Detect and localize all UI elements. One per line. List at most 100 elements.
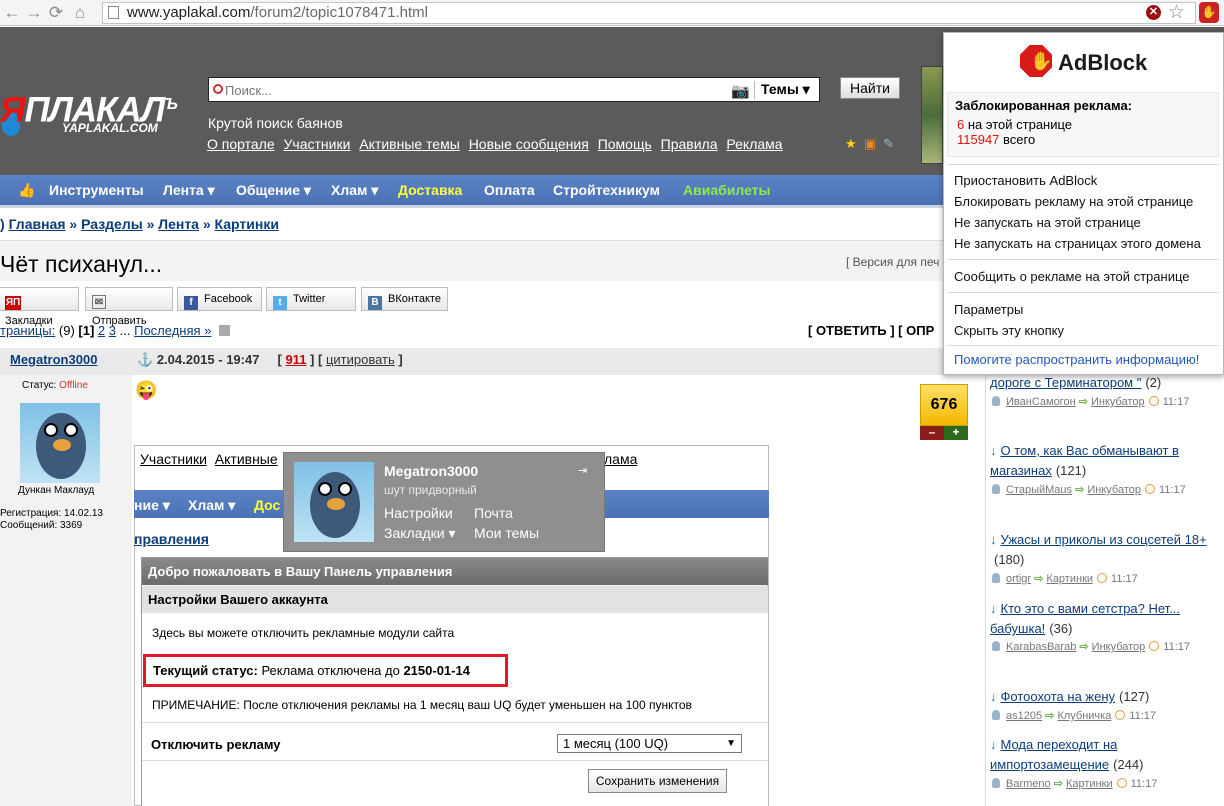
sidebar-topic-count: (127)	[1119, 689, 1150, 704]
header-link-new[interactable]: Новые сообщения	[469, 136, 589, 152]
topic-author[interactable]: ИванСамогон	[1006, 396, 1076, 408]
sidebar-topic[interactable]: ↓ Кто это с вами сетстра? Нет... бабушка!…	[990, 599, 1218, 639]
topic-category[interactable]: Картинки	[1046, 573, 1093, 585]
adblock-extension-icon[interactable]: ✋	[1199, 2, 1219, 23]
topic-category[interactable]: Инкубатор	[1092, 641, 1146, 653]
print-version-link[interactable]: [ Версия для печ	[846, 255, 939, 269]
topic-author[interactable]: ortigr	[1006, 573, 1031, 585]
rating-plus-button[interactable]: +	[944, 426, 968, 440]
star-icon[interactable]: ★	[845, 136, 857, 152]
post-number[interactable]: 911	[285, 352, 306, 367]
menu-payment[interactable]: Оплата	[484, 175, 535, 205]
forward-icon[interactable]: →	[24, 3, 44, 23]
thumbs-up-icon[interactable]: 👍	[18, 175, 35, 205]
breadcrumb-sections[interactable]: Разделы	[81, 216, 143, 232]
adblock-help-link[interactable]: Помогите распространить информацию!	[954, 352, 1199, 367]
control-panel-title: Добро пожаловать в Вашу Панель управлени…	[142, 558, 768, 585]
adblock-disable-page[interactable]: Не запускать на этой странице	[954, 215, 1141, 230]
header-link-about[interactable]: О портале	[207, 136, 275, 152]
share-vk-button[interactable]: B ВКонтакте	[361, 287, 448, 311]
menu-junk[interactable]: Хлам ▾	[331, 175, 378, 205]
arrow-right-icon: ⇨	[1034, 573, 1044, 585]
search-input[interactable]	[225, 80, 725, 100]
adblock-disable-domain[interactable]: Не запускать на страницах этого домена	[954, 236, 1201, 251]
hand-icon: ✋	[1030, 51, 1053, 71]
address-bar[interactable]: www.yaplakal.com/forum2/topic1078471.htm…	[102, 2, 1196, 24]
home-icon[interactable]: ⌂	[70, 3, 90, 23]
sidebar-topic-title[interactable]: Фотоохота на жену	[1001, 689, 1116, 704]
sidebar-topic[interactable]: ↓ Фотоохота на жену (127)	[990, 687, 1218, 707]
user-icon	[992, 484, 1000, 494]
banner-image[interactable]	[921, 66, 943, 164]
menu-feed[interactable]: Лента ▾	[163, 175, 215, 205]
breadcrumb-pictures[interactable]: Картинки	[215, 216, 279, 232]
page-jump-icon[interactable]	[219, 325, 231, 336]
last-page-link[interactable]: Последняя »	[134, 323, 211, 338]
bookmark-star-icon[interactable]: ☆	[1168, 1, 1185, 24]
camera-icon[interactable]: 📷	[731, 82, 750, 100]
breadcrumb: ) Главная » Разделы » Лента » Картинки	[0, 216, 279, 232]
sidebar-topic[interactable]: ↓ О том, как Вас обманывают в магазинах (1…	[990, 441, 1218, 481]
header-link-rules[interactable]: Правила	[661, 136, 718, 152]
page-3-link[interactable]: 3	[109, 323, 116, 338]
arrow-right-icon: ⇨	[1045, 710, 1055, 722]
sidebar-topic[interactable]: ↓ Мода переходит на импортозамещение (244)	[990, 735, 1218, 775]
menu-social[interactable]: Общение ▾	[236, 175, 311, 205]
adblock-report[interactable]: Сообщить о рекламе на этой странице	[954, 269, 1190, 284]
adblock-pause[interactable]: Приостановить AdBlock	[954, 173, 1097, 188]
anchor-icon[interactable]: ⚓	[137, 352, 153, 367]
breadcrumb-feed[interactable]: Лента	[158, 216, 199, 232]
quote-link[interactable]: цитировать	[326, 352, 395, 367]
topic-author[interactable]: KarabasBarab	[1006, 641, 1076, 653]
adblock-hide-button[interactable]: Скрыть эту кнопку	[954, 323, 1064, 338]
sidebar-topic-meta: as1205 ⇨ Клубничка 11:17	[992, 709, 1156, 722]
share-twitter-button[interactable]: t Twitter	[266, 287, 356, 311]
header-link-ads[interactable]: Реклама	[726, 136, 782, 152]
share-facebook-button[interactable]: f Facebook	[177, 287, 262, 311]
menu-flights[interactable]: Авиабилеты	[683, 175, 771, 205]
rss-icon[interactable]: ▣	[864, 136, 876, 152]
header-links: О портале Участники Активные темы Новые …	[207, 136, 788, 152]
share-bookmarks-button[interactable]: ЯПЗакладки	[0, 287, 79, 327]
topic-category[interactable]: Инкубатор	[1091, 396, 1145, 408]
menu-stroytech[interactable]: Стройтехникум	[553, 175, 660, 205]
menu-tools[interactable]: Инструменты	[49, 175, 144, 205]
topic-category[interactable]: Инкубатор	[1087, 484, 1141, 496]
reload-icon[interactable]: ⟳	[46, 3, 66, 23]
adblock-options[interactable]: Параметры	[954, 302, 1023, 317]
topic-author[interactable]: СтарыйMaus	[1006, 484, 1072, 496]
block-icon[interactable]: ✕	[1146, 5, 1161, 20]
sidebar-topic-title[interactable]: Кто это с вами сетстра? Нет... бабушка!	[990, 601, 1180, 636]
sidebar-topic-title[interactable]: Ужасы и приколы из соцсетей 18+	[1001, 532, 1207, 547]
adblock-block-ad[interactable]: Блокировать рекламу на этой странице	[954, 194, 1193, 209]
topic-author[interactable]: as1205	[1006, 710, 1042, 722]
pencil-icon[interactable]: ✎	[883, 136, 894, 152]
sidebar-topic-title[interactable]: Мода переходит на импортозамещение	[990, 737, 1117, 772]
back-icon[interactable]: ←	[2, 3, 22, 23]
reply-button[interactable]: [ ОТВЕТИТЬ ] [ ОПР	[808, 323, 934, 338]
header-link-help[interactable]: Помощь	[598, 136, 652, 152]
sidebar-topic[interactable]: дороге с Терминатором " (2)	[990, 373, 1218, 393]
topic-author[interactable]: Barmeno	[1006, 778, 1051, 790]
topic-category[interactable]: Клубничка	[1057, 710, 1111, 722]
sidebar-topic-title[interactable]: дороге с Терминатором "	[990, 375, 1141, 390]
share-send-button[interactable]: ✉Отправить	[85, 287, 173, 327]
author-avatar[interactable]	[20, 403, 100, 483]
search-button[interactable]: Найти	[840, 77, 900, 99]
header-link-active[interactable]: Активные темы	[359, 136, 460, 152]
topic-arrow-icon: ↓	[990, 443, 997, 458]
search-icon	[213, 84, 223, 94]
sidebar-topic[interactable]: ↓ Ужасы и приколы из соцсетей 18+ (180)	[990, 530, 1218, 570]
rating-minus-button[interactable]: –	[920, 426, 944, 440]
header-link-members[interactable]: Участники	[284, 136, 351, 152]
author-info: Регистрация: 14.02.13 Сообщений: 3369	[0, 508, 103, 531]
search-scope-select[interactable]: Темы ▾	[761, 79, 810, 100]
page-2-link[interactable]: 2	[98, 323, 105, 338]
menu-delivery[interactable]: Доставка	[398, 175, 462, 205]
breadcrumb-home[interactable]: Главная	[9, 216, 66, 232]
arrow-right-icon: ⇨	[1053, 778, 1063, 790]
period-select: 1 месяц (100 UQ) ▼	[557, 734, 742, 753]
page-icon	[108, 6, 119, 19]
topic-category[interactable]: Картинки	[1066, 778, 1113, 790]
post-author[interactable]: Megatron3000	[10, 352, 97, 367]
